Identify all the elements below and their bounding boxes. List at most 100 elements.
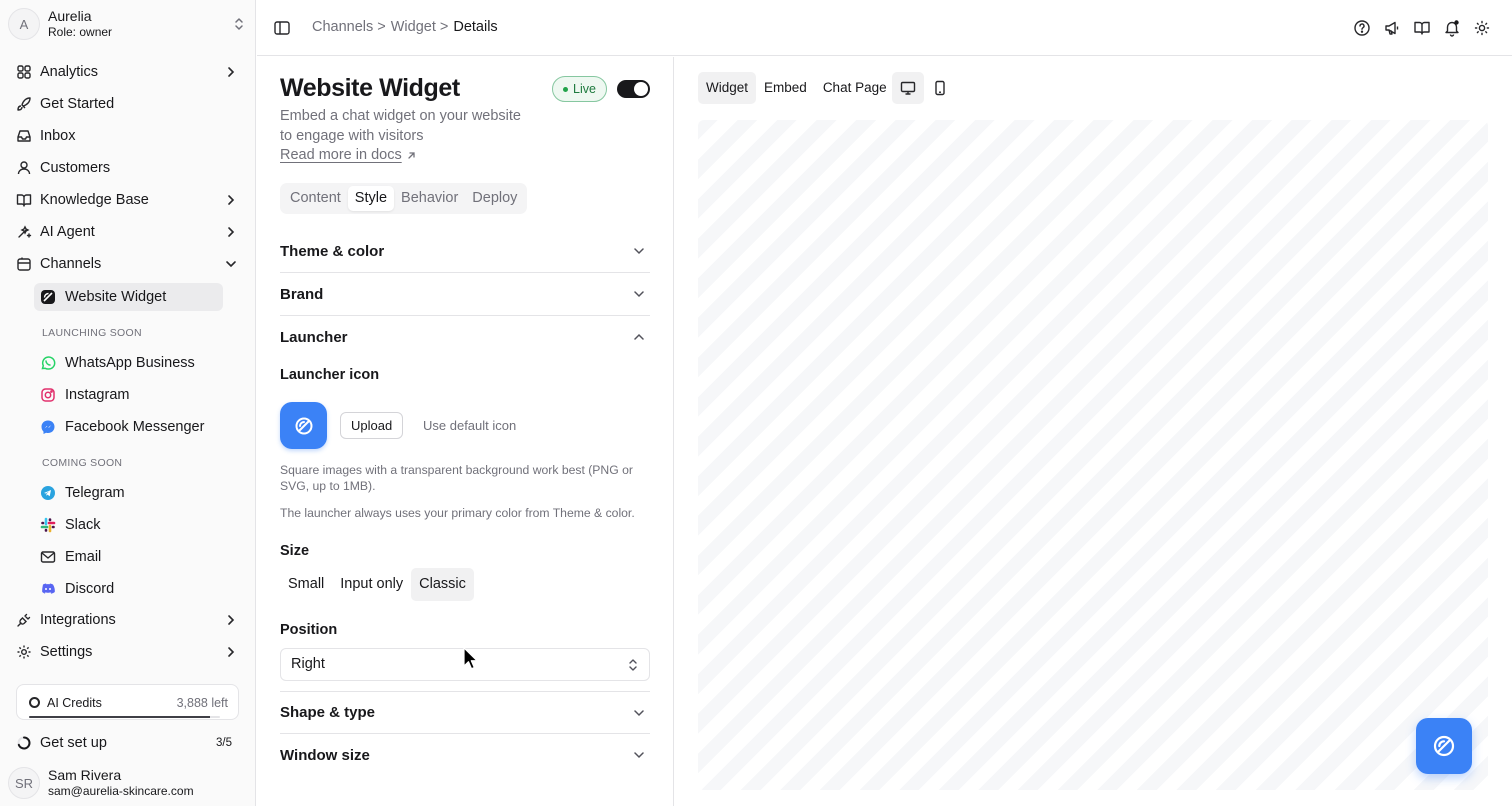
settings-panel: Website Widget Live Embed a chat widget … (257, 57, 674, 806)
accordion-window-size[interactable]: Window size (280, 734, 650, 777)
user-avatar: SR (8, 767, 40, 799)
top-bar: Channels > Widget > Details (257, 0, 1512, 56)
wand-icon (16, 224, 32, 240)
use-default-icon-button[interactable]: Use default icon (423, 418, 516, 433)
sidebar-item-slack[interactable]: Slack (34, 511, 223, 539)
accordion-title: Launcher (280, 329, 348, 346)
sidebar-item-label: Email (65, 549, 102, 565)
accordion-launcher[interactable]: Launcher (280, 316, 650, 359)
mail-icon (40, 549, 56, 565)
docs-link-label: Read more in docs (280, 147, 402, 163)
accordion-title: Theme & color (280, 242, 385, 260)
preview-canvas (698, 120, 1488, 790)
nav-integrations[interactable]: Integrations (8, 605, 248, 635)
progress-ring-icon (16, 735, 32, 751)
nav-inbox[interactable]: Inbox (8, 121, 248, 151)
help-icon[interactable] (1353, 19, 1371, 37)
accordion-title: Shape & type (280, 704, 376, 721)
nav-label: Integrations (40, 612, 116, 628)
get-set-up[interactable]: Get set up 3/5 (16, 731, 240, 755)
nav-settings[interactable]: Settings (8, 637, 248, 667)
ai-credits-card[interactable]: AI Credits 3,888 left (16, 684, 239, 720)
chevron-right-icon (224, 65, 238, 79)
nav-ai-agent[interactable]: AI Agent (8, 217, 248, 247)
sidebar-item-facebook[interactable]: Facebook Messenger (34, 413, 223, 441)
sidebar-item-whatsapp[interactable]: WhatsApp Business (34, 349, 223, 377)
user-menu[interactable]: SR Sam Rivera sam@aurelia-skincare.com (8, 766, 252, 800)
sidebar-item-website-widget[interactable]: Website Widget (34, 283, 223, 311)
get-set-up-label: Get set up (40, 735, 107, 751)
messenger-icon (40, 419, 56, 435)
nav-label: Customers (40, 160, 111, 176)
org-role: Role: owner (48, 25, 113, 39)
ai-credits-progress-fill (29, 716, 211, 718)
upload-button[interactable]: Upload (340, 412, 404, 439)
accordion-shape-type[interactable]: Shape & type (280, 691, 650, 734)
sidebar-item-label: Telegram (65, 485, 125, 501)
page-title: Website Widget (280, 74, 460, 102)
preview-tab-widget[interactable]: Widget (698, 72, 757, 104)
chevron-up-icon (632, 330, 646, 344)
size-option-classic[interactable]: Classic (411, 568, 474, 601)
breadcrumb-channels[interactable]: Channels (312, 19, 373, 35)
breadcrumb-widget[interactable]: Widget (391, 19, 436, 35)
launcher-help-text: Square images with a transparent backgro… (280, 463, 633, 493)
chevron-down-icon (632, 244, 646, 258)
bell-icon[interactable] (1443, 19, 1461, 37)
get-set-up-count: 3/5 (216, 737, 232, 749)
inbox-icon (16, 128, 32, 144)
size-label: Size (280, 543, 310, 559)
preview-tabs: Widget Embed Chat Page (698, 72, 895, 104)
sidebar-item-discord[interactable]: Discord (34, 575, 223, 603)
sidebar-item-instagram[interactable]: Instagram (34, 381, 223, 409)
size-selector: Small Input only Classic (280, 568, 474, 601)
sidebar-item-telegram[interactable]: Telegram (34, 479, 223, 507)
org-avatar: A (8, 8, 40, 40)
mobile-icon[interactable] (924, 72, 956, 104)
accordion-theme-color[interactable]: Theme & color (280, 230, 650, 273)
circle-icon (29, 697, 40, 708)
tab-content[interactable]: Content (283, 186, 348, 211)
sidebar-toggle-icon[interactable] (273, 19, 291, 37)
sidebar-item-email[interactable]: Email (34, 543, 223, 571)
nav-label: Analytics (40, 64, 99, 80)
desktop-icon[interactable] (892, 72, 924, 104)
megaphone-icon[interactable] (1383, 19, 1401, 37)
preview-tab-chat-page[interactable]: Chat Page (815, 72, 895, 104)
book-open-icon[interactable] (1413, 19, 1431, 37)
tab-deploy[interactable]: Deploy (465, 186, 524, 211)
widget-logo-icon (40, 289, 56, 305)
widget-enabled-toggle[interactable] (617, 80, 650, 98)
docs-link[interactable]: Read more in docs (280, 147, 417, 163)
ai-credits-left: 3,888 left (176, 696, 228, 710)
nav-customers[interactable]: Customers (8, 153, 248, 183)
preview-tab-embed[interactable]: Embed (756, 72, 815, 104)
size-option-small[interactable]: Small (280, 568, 332, 601)
sun-icon[interactable] (1473, 19, 1491, 37)
sidebar-item-label: Slack (65, 517, 101, 533)
launcher-button-preview[interactable] (1416, 718, 1472, 774)
launcher-icon-label: Launcher icon (280, 367, 380, 383)
user-name: Sam Rivera (48, 767, 122, 783)
tab-style[interactable]: Style (347, 186, 395, 211)
breadcrumb-separator: > (377, 19, 386, 35)
nav-get-started[interactable]: Get Started (8, 89, 248, 119)
size-option-input-only[interactable]: Input only (332, 568, 411, 601)
slack-icon (40, 517, 56, 533)
org-switcher[interactable]: A Aurelia Role: owner (8, 6, 252, 42)
nav-label: Channels (40, 256, 102, 272)
nav-analytics[interactable]: Analytics (8, 57, 248, 87)
chevron-down-icon (224, 257, 238, 271)
accordion-brand[interactable]: Brand (280, 273, 650, 316)
position-label: Position (280, 622, 338, 638)
accordion-title: Window size (280, 747, 370, 764)
page-description: Embed a chat widget on your website to e… (280, 108, 521, 144)
nav-knowledge-base[interactable]: Knowledge Base (8, 185, 248, 215)
tab-behavior[interactable]: Behavior (394, 186, 465, 211)
breadcrumb-current: Details (453, 19, 498, 35)
chevrons-up-down-icon (627, 658, 639, 672)
nav-channels[interactable]: Channels (8, 249, 248, 279)
sidebar-item-label: Instagram (65, 387, 130, 403)
user-icon (16, 160, 32, 176)
chevron-down-icon (632, 748, 646, 762)
